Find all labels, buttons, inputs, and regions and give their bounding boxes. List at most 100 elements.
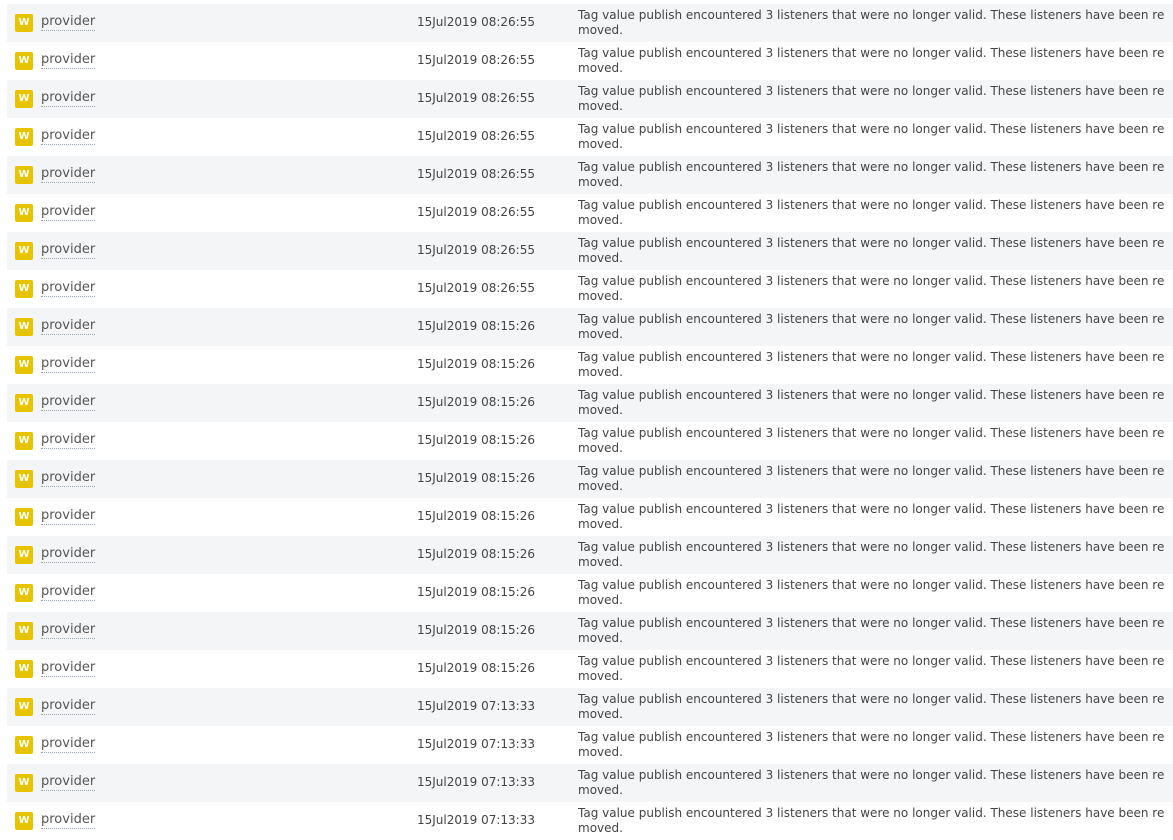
- log-message: Tag value publish encountered 3 listener…: [578, 274, 1165, 303]
- warning-level-icon: W: [15, 508, 33, 526]
- warning-level-icon: W: [15, 242, 33, 260]
- table-row[interactable]: W provider 15Jul2019 08:26:55 Tag value …: [7, 118, 1173, 156]
- log-message: Tag value publish encountered 3 listener…: [578, 616, 1165, 645]
- warning-level-icon: W: [15, 622, 33, 640]
- warning-level-icon: W: [15, 812, 33, 830]
- logger-name-link[interactable]: provider: [41, 166, 96, 183]
- log-message: Tag value publish encountered 3 listener…: [578, 578, 1165, 607]
- timestamp: 15Jul2019 08:15:26: [417, 547, 535, 561]
- logger-name-link[interactable]: provider: [41, 546, 96, 563]
- logger-name-link[interactable]: provider: [41, 280, 96, 297]
- timestamp: 15Jul2019 08:26:55: [417, 129, 535, 143]
- warning-level-icon: W: [15, 356, 33, 374]
- timestamp: 15Jul2019 08:15:26: [417, 661, 535, 675]
- logger-name-link[interactable]: provider: [41, 52, 96, 69]
- timestamp: 15Jul2019 08:15:26: [417, 319, 535, 333]
- timestamp: 15Jul2019 08:15:26: [417, 585, 535, 599]
- table-row[interactable]: W provider 15Jul2019 07:13:33 Tag value …: [7, 726, 1173, 764]
- logger-name-link[interactable]: provider: [41, 736, 96, 753]
- warning-level-icon: W: [15, 394, 33, 412]
- timestamp: 15Jul2019 08:26:55: [417, 53, 535, 67]
- timestamp: 15Jul2019 08:15:26: [417, 471, 535, 485]
- timestamp: 15Jul2019 07:13:33: [417, 775, 535, 789]
- log-message: Tag value publish encountered 3 listener…: [578, 502, 1165, 531]
- warning-level-icon: W: [15, 546, 33, 564]
- warning-level-icon: W: [15, 660, 33, 678]
- logger-name-link[interactable]: provider: [41, 432, 96, 449]
- logger-name-link[interactable]: provider: [41, 318, 96, 335]
- table-row[interactable]: W provider 15Jul2019 08:26:55 Tag value …: [7, 4, 1173, 42]
- table-row[interactable]: W provider 15Jul2019 08:15:26 Tag value …: [7, 574, 1173, 612]
- warning-level-icon: W: [15, 166, 33, 184]
- warning-level-icon: W: [15, 774, 33, 792]
- warning-level-icon: W: [15, 432, 33, 450]
- log-table: W provider 15Jul2019 08:26:55 Tag value …: [7, 4, 1173, 840]
- timestamp: 15Jul2019 08:26:55: [417, 167, 535, 181]
- warning-level-icon: W: [15, 736, 33, 754]
- logger-name-link[interactable]: provider: [41, 470, 96, 487]
- table-row[interactable]: W provider 15Jul2019 08:26:55 Tag value …: [7, 42, 1173, 80]
- warning-level-icon: W: [15, 584, 33, 602]
- logger-name-link[interactable]: provider: [41, 356, 96, 373]
- warning-level-icon: W: [15, 698, 33, 716]
- log-message: Tag value publish encountered 3 listener…: [578, 8, 1165, 37]
- log-message: Tag value publish encountered 3 listener…: [578, 654, 1165, 683]
- timestamp: 15Jul2019 07:13:33: [417, 737, 535, 751]
- table-row[interactable]: W provider 15Jul2019 08:15:26 Tag value …: [7, 346, 1173, 384]
- timestamp: 15Jul2019 08:26:55: [417, 15, 535, 29]
- warning-level-icon: W: [15, 52, 33, 70]
- warning-level-icon: W: [15, 128, 33, 146]
- logger-name-link[interactable]: provider: [41, 204, 96, 221]
- timestamp: 15Jul2019 08:15:26: [417, 623, 535, 637]
- logger-name-link[interactable]: provider: [41, 508, 96, 525]
- timestamp: 15Jul2019 08:26:55: [417, 281, 535, 295]
- table-row[interactable]: W provider 15Jul2019 08:15:26 Tag value …: [7, 384, 1173, 422]
- logger-name-link[interactable]: provider: [41, 394, 96, 411]
- timestamp: 15Jul2019 08:26:55: [417, 91, 535, 105]
- logger-name-link[interactable]: provider: [41, 660, 96, 677]
- logger-name-link[interactable]: provider: [41, 774, 96, 791]
- timestamp: 15Jul2019 08:15:26: [417, 433, 535, 447]
- table-row[interactable]: W provider 15Jul2019 08:15:26 Tag value …: [7, 650, 1173, 688]
- logger-name-link[interactable]: provider: [41, 14, 96, 31]
- table-row[interactable]: W provider 15Jul2019 08:26:55 Tag value …: [7, 156, 1173, 194]
- table-row[interactable]: W provider 15Jul2019 08:15:26 Tag value …: [7, 612, 1173, 650]
- timestamp: 15Jul2019 08:26:55: [417, 205, 535, 219]
- table-row[interactable]: W provider 15Jul2019 08:15:26 Tag value …: [7, 536, 1173, 574]
- log-message: Tag value publish encountered 3 listener…: [578, 540, 1165, 569]
- logger-name-link[interactable]: provider: [41, 90, 96, 107]
- log-message: Tag value publish encountered 3 listener…: [578, 122, 1165, 151]
- table-row[interactable]: W provider 15Jul2019 07:13:33 Tag value …: [7, 688, 1173, 726]
- table-row[interactable]: W provider 15Jul2019 08:15:26 Tag value …: [7, 498, 1173, 536]
- timestamp: 15Jul2019 08:15:26: [417, 357, 535, 371]
- log-message: Tag value publish encountered 3 listener…: [578, 388, 1165, 417]
- table-row[interactable]: W provider 15Jul2019 08:15:26 Tag value …: [7, 308, 1173, 346]
- timestamp: 15Jul2019 07:13:33: [417, 699, 535, 713]
- logger-name-link[interactable]: provider: [41, 242, 96, 259]
- table-row[interactable]: W provider 15Jul2019 08:15:26 Tag value …: [7, 422, 1173, 460]
- table-row[interactable]: W provider 15Jul2019 08:15:26 Tag value …: [7, 460, 1173, 498]
- log-message: Tag value publish encountered 3 listener…: [578, 350, 1165, 379]
- logger-name-link[interactable]: provider: [41, 622, 96, 639]
- table-row[interactable]: W provider 15Jul2019 07:13:33 Tag value …: [7, 764, 1173, 802]
- logger-name-link[interactable]: provider: [41, 128, 96, 145]
- logger-name-link[interactable]: provider: [41, 584, 96, 601]
- log-message: Tag value publish encountered 3 listener…: [578, 426, 1165, 455]
- timestamp: 15Jul2019 08:26:55: [417, 243, 535, 257]
- log-message: Tag value publish encountered 3 listener…: [578, 84, 1165, 113]
- warning-level-icon: W: [15, 470, 33, 488]
- warning-level-icon: W: [15, 318, 33, 336]
- logger-name-link[interactable]: provider: [41, 812, 96, 829]
- log-message: Tag value publish encountered 3 listener…: [578, 46, 1165, 75]
- table-row[interactable]: W provider 15Jul2019 08:26:55 Tag value …: [7, 270, 1173, 308]
- table-row[interactable]: W provider 15Jul2019 08:26:55 Tag value …: [7, 194, 1173, 232]
- warning-level-icon: W: [15, 90, 33, 108]
- logger-name-link[interactable]: provider: [41, 698, 96, 715]
- table-row[interactable]: W provider 15Jul2019 08:26:55 Tag value …: [7, 232, 1173, 270]
- log-message: Tag value publish encountered 3 listener…: [578, 198, 1165, 227]
- table-row[interactable]: W provider 15Jul2019 08:26:55 Tag value …: [7, 80, 1173, 118]
- log-message: Tag value publish encountered 3 listener…: [578, 692, 1165, 721]
- log-message: Tag value publish encountered 3 listener…: [578, 464, 1165, 493]
- log-message: Tag value publish encountered 3 listener…: [578, 312, 1165, 341]
- table-row[interactable]: W provider 15Jul2019 07:13:33 Tag value …: [7, 802, 1173, 840]
